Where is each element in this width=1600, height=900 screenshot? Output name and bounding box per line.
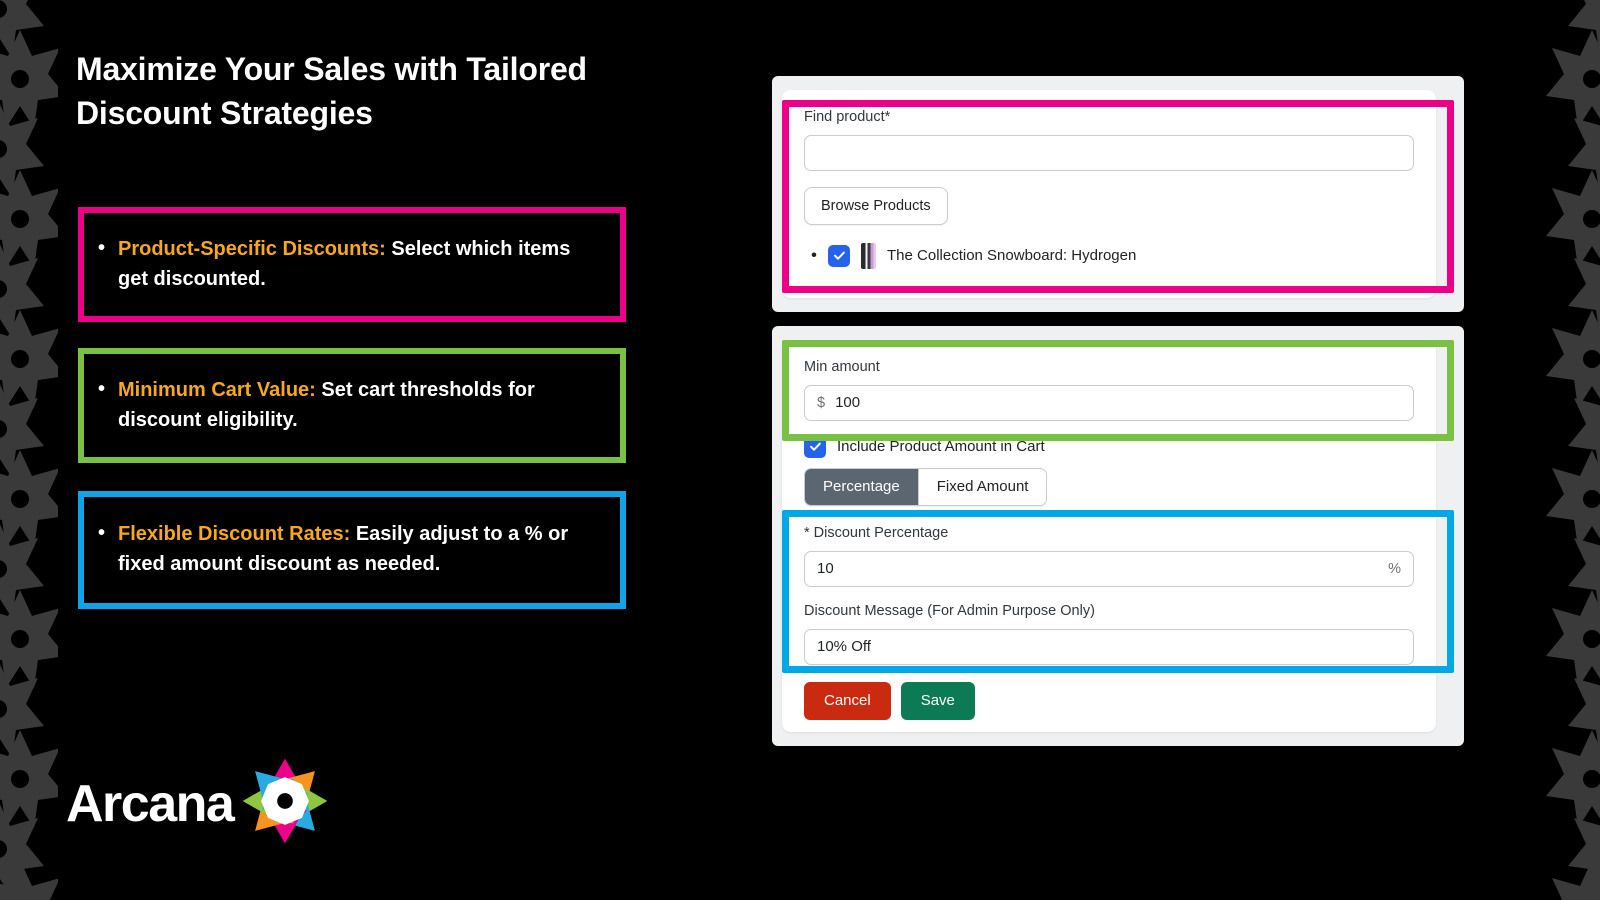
arcana-star-icon [239,755,331,852]
discount-message-value: 10% Off [817,638,871,656]
slide-left-column: Maximize Your Sales with Tailored Discou… [0,0,700,900]
include-product-amount-row[interactable]: Include Product Amount in Cart [804,435,1414,458]
min-amount-label: Min amount [804,359,880,375]
bullet-lead-3: Flexible Discount Rates: [118,523,351,546]
list-item: The Collection Snowboard: Hydrogen [804,242,1414,269]
product-selection-card: Find product* Browse Products The Collec… [782,90,1436,298]
decorative-star-pattern-right [1542,0,1600,900]
save-button[interactable]: Save [900,681,975,720]
discount-percentage-value: 10 [817,560,834,578]
discount-settings-panel: Min amount $ 100 Include Product Amount … [772,326,1464,746]
snowboard-thumbnail [861,242,876,269]
include-product-amount-checkbox[interactable] [804,435,826,458]
arcana-logo: Arcana [66,755,331,852]
discount-percentage-input[interactable]: 10 % [804,550,1414,587]
list-item: Flexible Discount Rates: Easily adjust t… [94,519,602,579]
product-selection-panel: Find product* Browse Products The Collec… [772,76,1464,312]
min-amount-input[interactable]: $ 100 [804,384,1414,421]
form-actions: Cancel Save [804,681,1414,720]
discount-percentage-label: * Discount Percentage [804,524,949,541]
currency-prefix: $ [817,394,826,411]
include-product-amount-label: Include Product Amount in Cart [837,438,1045,456]
highlight-box-flexible-discount-rates: Flexible Discount Rates: Easily adjust t… [78,491,626,609]
discount-message-input[interactable]: 10% Off [804,628,1414,665]
browse-products-button[interactable]: Browse Products [804,186,948,225]
page-title: Maximize Your Sales with Tailored Discou… [76,51,587,131]
segment-percentage[interactable]: Percentage [805,468,918,505]
list-item: Minimum Cart Value: Set cart thresholds … [94,375,602,435]
min-amount-value: 100 [835,394,861,412]
logo-wordmark: Arcana [66,774,235,833]
highlight-box-minimum-cart-value: Minimum Cart Value: Set cart thresholds … [78,348,626,463]
bullet-lead-2: Minimum Cart Value: [118,378,316,401]
discount-type-toggle[interactable]: Percentage Fixed Amount [804,467,1048,506]
highlight-box-product-specific-discounts: Product-Specific Discounts: Select which… [78,207,626,322]
find-product-input[interactable] [804,134,1414,171]
segment-fixed-amount[interactable]: Fixed Amount [917,468,1047,505]
bullet-lead-1: Product-Specific Discounts: [118,237,386,260]
product-checkbox[interactable] [828,244,850,267]
list-item: Product-Specific Discounts: Select which… [94,234,602,294]
product-name: The Collection Snowboard: Hydrogen [887,247,1137,265]
discount-message-label: Discount Message (For Admin Purpose Only… [804,602,1095,619]
discount-settings-card: Min amount $ 100 Include Product Amount … [782,340,1436,732]
find-product-label: Find product* [804,109,891,125]
cancel-button[interactable]: Cancel [804,681,891,720]
percent-suffix: % [1388,560,1401,577]
